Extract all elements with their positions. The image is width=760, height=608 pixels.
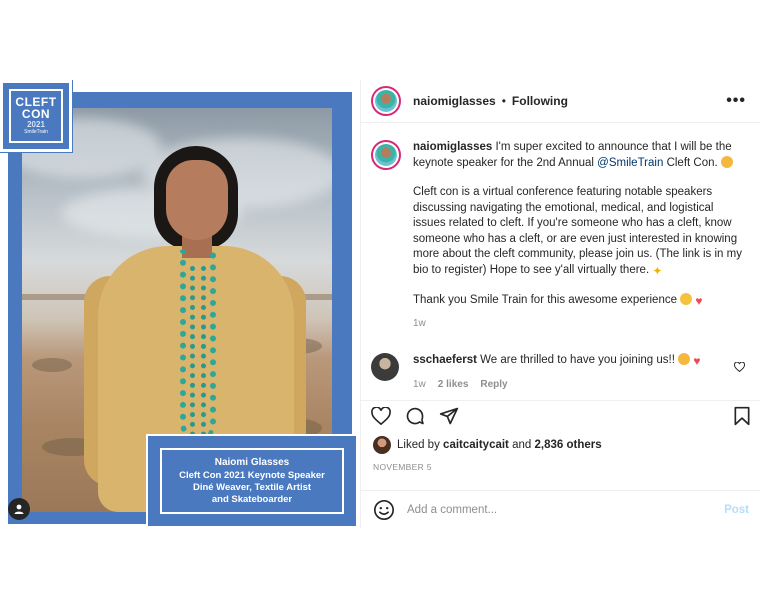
- caption-age: 1w: [413, 317, 426, 329]
- header-separator: •: [501, 94, 506, 108]
- caption-paragraph-2: Cleft con is a virtual conference featur…: [413, 186, 742, 276]
- sparkle-emoji-icon: ✦: [652, 263, 663, 278]
- heart-emoji-icon: ♥: [695, 294, 703, 308]
- comment-input[interactable]: [407, 503, 725, 516]
- comment-icon[interactable]: [405, 406, 425, 426]
- logo-year: 2021: [27, 120, 45, 129]
- caption-author-avatar[interactable]: [371, 140, 401, 170]
- commenter-username[interactable]: sschaeferst: [413, 354, 477, 366]
- liker-avatar[interactable]: [373, 436, 391, 454]
- share-icon[interactable]: [439, 406, 459, 426]
- smile-emoji-icon: [678, 353, 691, 365]
- author-avatar[interactable]: [371, 86, 401, 116]
- bookmark-icon[interactable]: [733, 406, 751, 426]
- comment-age: 1w: [413, 379, 426, 390]
- commenter-avatar[interactable]: [371, 353, 399, 381]
- speaker-titles-2: and Skateboarder: [211, 493, 293, 505]
- hug-emoji-icon: [680, 293, 693, 305]
- post-image[interactable]: CLEFT CON 2021 SmileTrain Naiomi Glasses…: [0, 80, 359, 528]
- following-button[interactable]: Following: [512, 94, 568, 108]
- likes-prefix: Liked by: [397, 439, 440, 451]
- likes-joiner: and: [512, 439, 532, 451]
- heart-emoji-icon: ♥: [693, 354, 701, 368]
- comments-section: naiomiglasses I'm super excited to annou…: [361, 124, 760, 400]
- heart-eyes-emoji-icon: [720, 155, 733, 168]
- caption-paragraph-3: Thank you Smile Train for this awesome e…: [413, 294, 677, 306]
- comment-like-heart-icon[interactable]: [733, 359, 746, 377]
- likes-count-link[interactable]: 2,836 others: [535, 439, 602, 451]
- comment-likes-link[interactable]: 2 likes: [438, 377, 469, 392]
- liker-username[interactable]: caitcaitycait: [443, 439, 509, 451]
- more-options-icon[interactable]: •••: [726, 92, 746, 110]
- speaker-name: Naiomi Glasses: [214, 456, 290, 468]
- tagged-user-icon[interactable]: [8, 498, 30, 520]
- comment-row: sschaeferst We are thrilled to have you …: [371, 353, 746, 392]
- post-caption: naiomiglasses I'm super excited to annou…: [371, 140, 745, 331]
- post-sidebar: naiomiglasses • Following ••• naiomiglas…: [360, 80, 760, 528]
- post-comment-button[interactable]: Post: [724, 504, 749, 516]
- add-comment-bar: Post: [361, 490, 760, 528]
- speaker-titles: Diné Weaver, Textile Artist: [192, 481, 312, 493]
- cleft-con-logo: CLEFT CON 2021 SmileTrain: [0, 80, 73, 153]
- post-date: NOVEMBER 5: [373, 462, 432, 472]
- emoji-icon[interactable]: [373, 499, 395, 521]
- reply-button[interactable]: Reply: [480, 377, 507, 392]
- speaker-caption-card: Naiomi Glasses Cleft Con 2021 Keynote Sp…: [146, 434, 358, 528]
- logo-line-2: CON: [21, 107, 51, 121]
- author-username[interactable]: naiomiglasses: [413, 94, 496, 108]
- action-bar: [361, 400, 760, 430]
- caption-username[interactable]: naiomiglasses: [413, 141, 492, 153]
- likes-summary: Liked by caitcaitycait and 2,836 others: [373, 436, 602, 454]
- caption-intro-end: Cleft Con.: [666, 156, 718, 169]
- heart-icon[interactable]: [371, 406, 391, 425]
- logo-brand: SmileTrain: [24, 129, 48, 135]
- post-header: naiomiglasses • Following •••: [361, 80, 760, 123]
- speaker-role: Cleft Con 2021 Keynote Speaker: [179, 469, 325, 481]
- comment-text: We are thrilled to have you joining us!!: [480, 354, 675, 366]
- caption-mention-link[interactable]: @SmileTrain: [597, 157, 663, 169]
- instagram-post: CLEFT CON 2021 SmileTrain Naiomi Glasses…: [0, 80, 760, 528]
